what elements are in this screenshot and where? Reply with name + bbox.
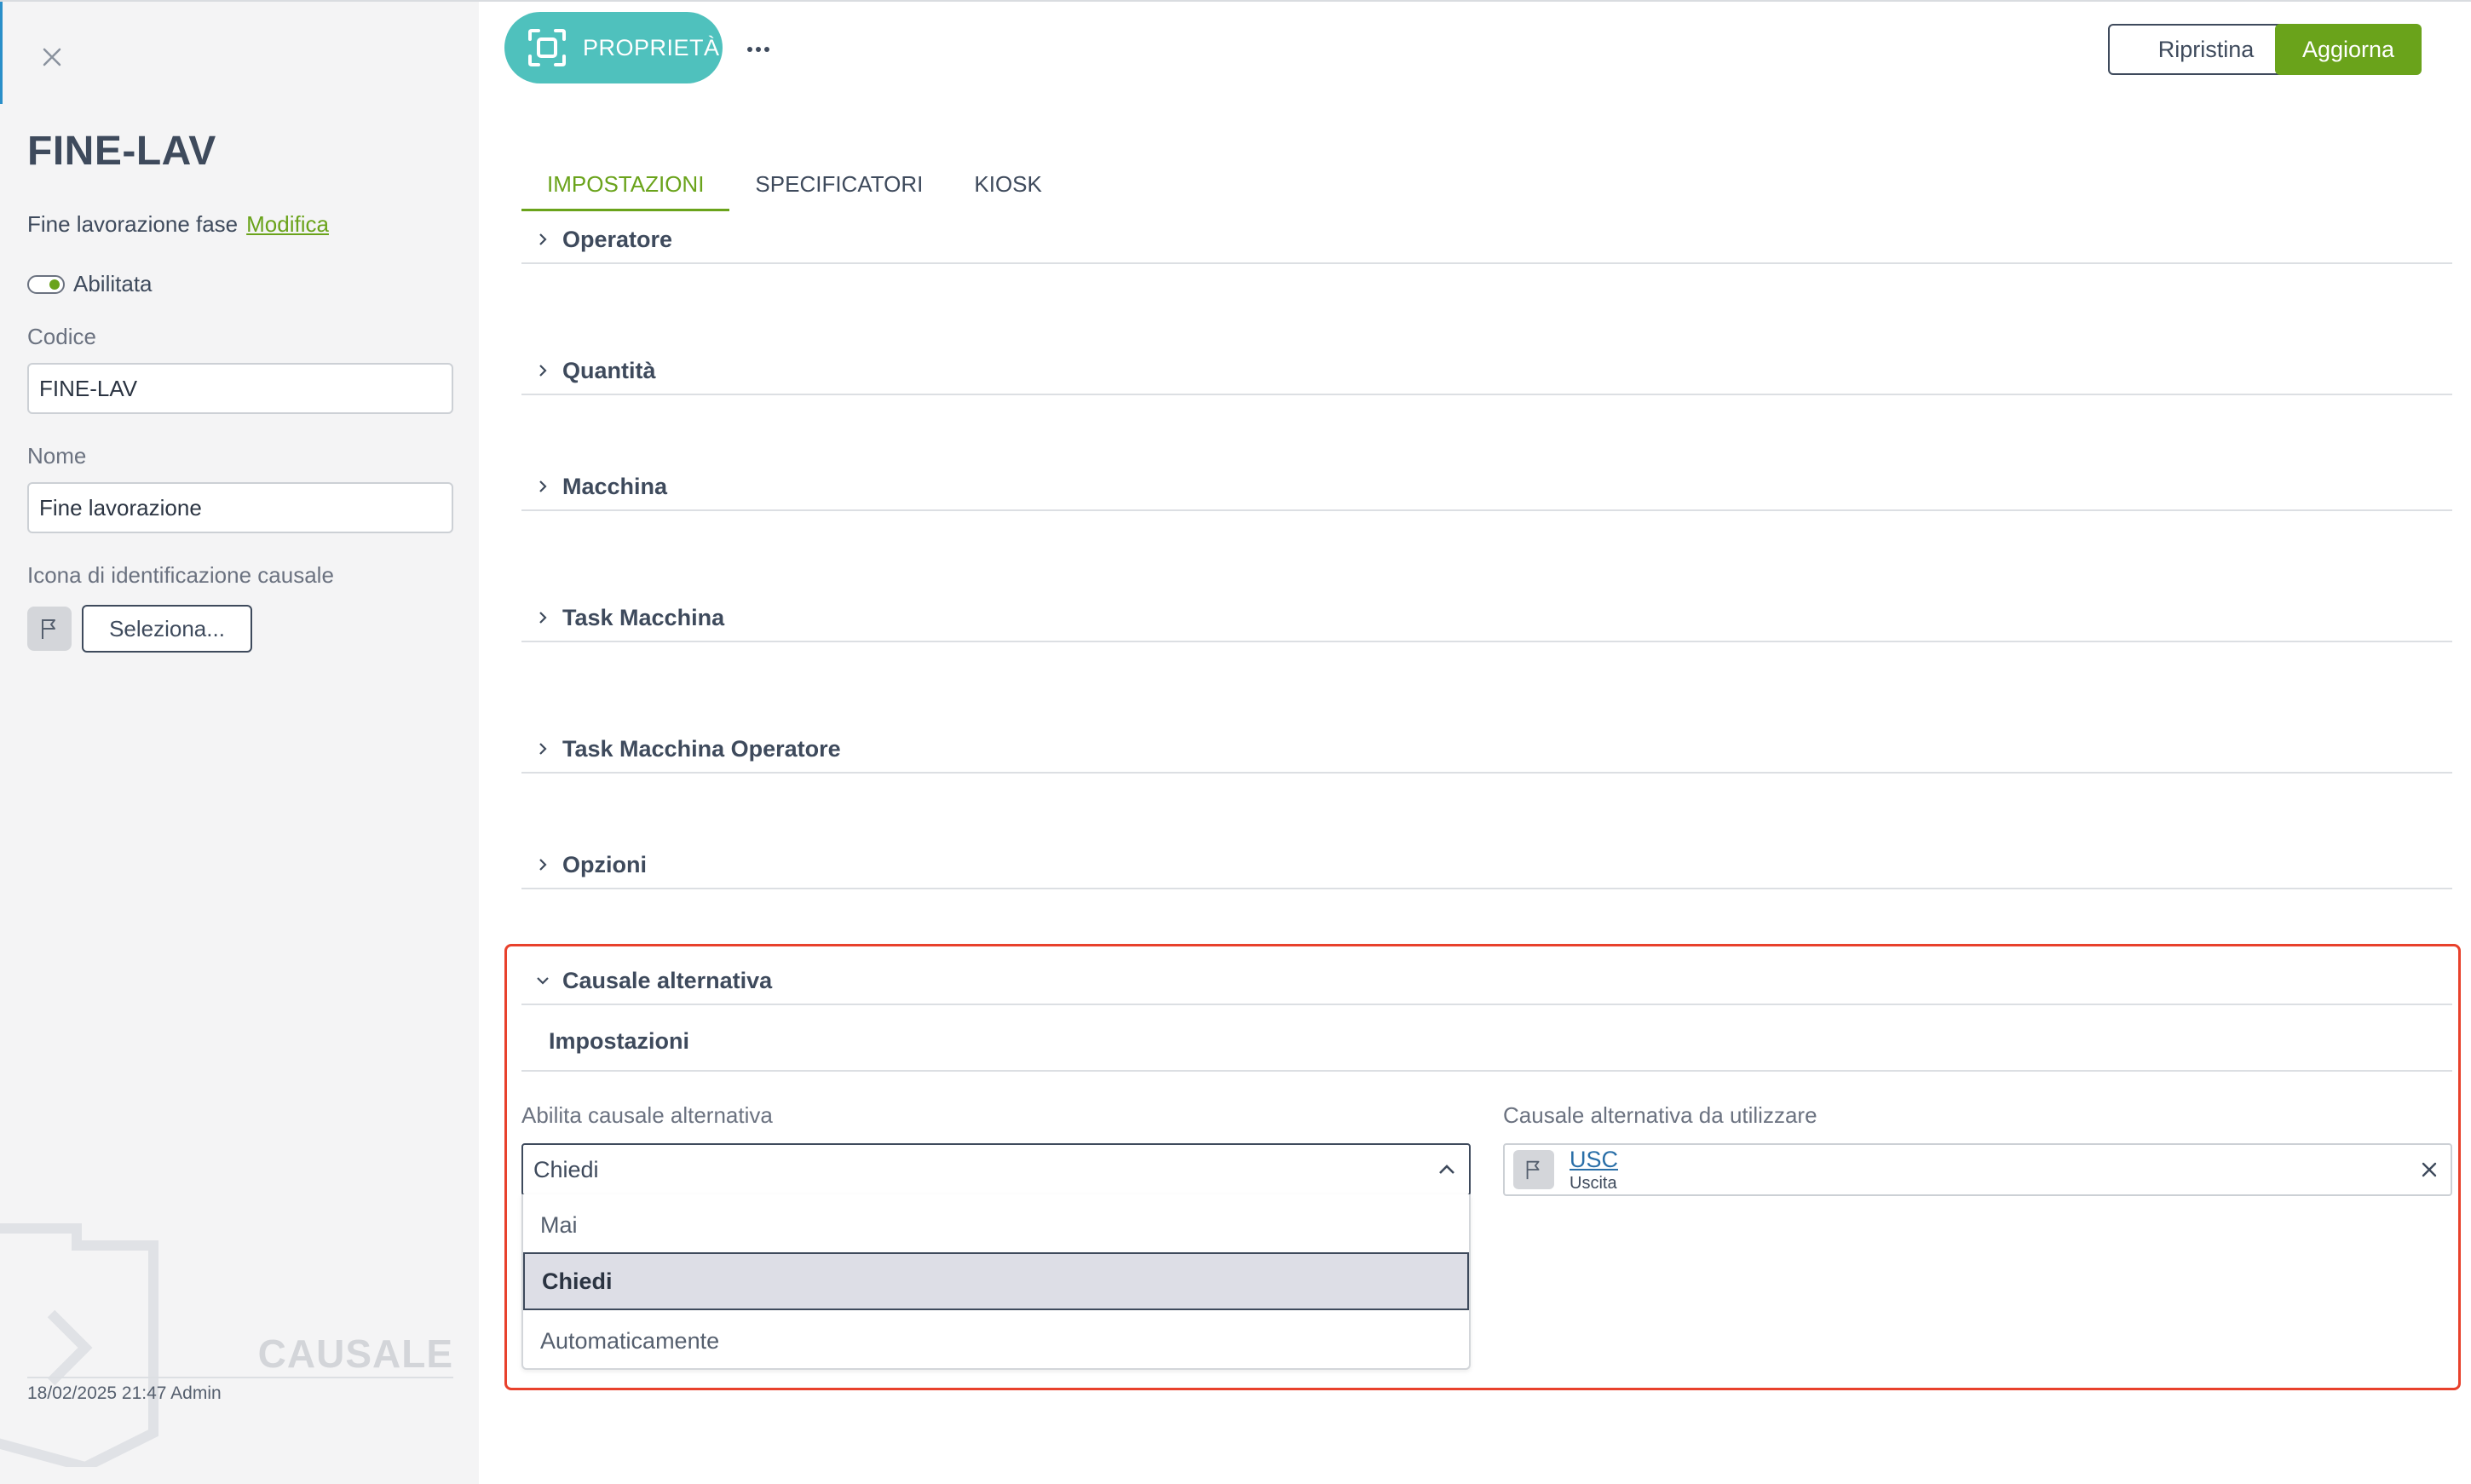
alt-cause-lookup[interactable]: USC Uscita	[1503, 1143, 2452, 1196]
edge-accent	[0, 2, 3, 104]
chevron-up-icon	[1439, 1165, 1454, 1174]
section-causale-alternativa[interactable]: Causale alternativa	[521, 958, 2452, 1005]
description-row: Fine lavorazione fase Modifica	[27, 211, 329, 238]
subsection-impostazioni: Impostazioni	[521, 1012, 2452, 1072]
close-icon	[2422, 1162, 2437, 1177]
close-button[interactable]	[37, 43, 66, 72]
section-task-macchina[interactable]: Task Macchina	[521, 595, 2452, 642]
description-text: Fine lavorazione fase	[27, 211, 239, 237]
chevron-down-icon	[537, 977, 549, 985]
tab-kiosk[interactable]: KIOSK	[948, 169, 1067, 211]
code-input[interactable]: FINE-LAV	[27, 363, 453, 414]
section-task-macchina-operatore[interactable]: Task Macchina Operatore	[521, 726, 2452, 774]
section-macchina[interactable]: Macchina	[521, 463, 2452, 511]
properties-label: PROPRIETÀ	[583, 34, 720, 60]
section-label: Opzioni	[562, 851, 647, 877]
tab-impostazioni[interactable]: IMPOSTAZIONI	[521, 169, 730, 211]
enable-alt-cause-select[interactable]: Chiedi	[521, 1143, 1471, 1196]
alt-cause-name: Uscita	[1570, 1174, 1617, 1193]
alt-cause-icon-tile	[1513, 1150, 1554, 1189]
more-horizontal-icon	[747, 47, 769, 52]
section-opzioni[interactable]: Opzioni	[521, 842, 2452, 889]
select-icon-button[interactable]: Seleziona...	[82, 605, 252, 653]
update-button[interactable]: Aggiorna	[2275, 24, 2422, 75]
section-label: Quantità	[562, 357, 656, 383]
tab-bar: IMPOSTAZIONI SPECIFICATORI KIOSK	[521, 169, 1068, 211]
chevron-right-icon	[539, 743, 547, 755]
clear-alt-cause-button[interactable]	[2416, 1157, 2442, 1182]
details-sidebar: FINE-LAV Fine lavorazione fase Modifica A…	[0, 0, 479, 1484]
footer-divider	[27, 1377, 453, 1378]
icon-label: Icona di identificazione causale	[27, 562, 334, 588]
flag-icon	[1526, 1160, 1540, 1180]
footer-meta: 18/02/2025 21:47 Admin	[27, 1383, 222, 1403]
name-input[interactable]: Fine lavorazione	[27, 482, 453, 533]
focus-frame-icon	[528, 29, 566, 66]
more-options-button[interactable]	[741, 32, 775, 66]
selected-icon-preview	[27, 607, 72, 651]
chevron-right-icon	[539, 480, 547, 492]
watermark-clipboard-icon	[0, 1223, 158, 1467]
code-label: Codice	[27, 324, 96, 349]
enabled-toggle[interactable]	[27, 274, 65, 294]
flag-icon	[42, 619, 55, 639]
name-label: Nome	[27, 443, 87, 469]
enable-alt-cause-label: Abilita causale alternativa	[521, 1102, 773, 1128]
enabled-toggle-row: Abilitata	[27, 271, 153, 297]
subsection-title: Impostazioni	[549, 1027, 690, 1054]
alt-cause-to-use-label: Causale alternativa da utilizzare	[1503, 1102, 1817, 1128]
main-content: PROPRIETÀ Ripristina Aggiorna IMPOSTAZIO…	[479, 0, 2471, 1484]
chevron-right-icon	[539, 859, 547, 871]
chevron-right-icon	[539, 365, 547, 377]
section-operatore[interactable]: Operatore	[521, 216, 2452, 264]
enable-alt-cause-options: Mai Chiedi Automaticamente	[521, 1194, 1471, 1370]
option-chiedi[interactable]: Chiedi	[523, 1252, 1469, 1310]
alt-cause-code-link[interactable]: USC	[1570, 1147, 1618, 1173]
watermark-text: CAUSALE	[257, 1332, 453, 1376]
option-mai[interactable]: Mai	[523, 1196, 1469, 1254]
section-label: Causale alternativa	[562, 967, 773, 993]
section-quantita[interactable]: Quantità	[521, 348, 2452, 395]
chevron-right-icon	[539, 612, 547, 624]
section-label: Task Macchina	[562, 604, 725, 630]
select-value: Chiedi	[533, 1156, 599, 1182]
chevron-right-icon	[539, 233, 547, 245]
close-icon	[43, 48, 61, 66]
entity-title: FINE-LAV	[27, 129, 216, 174]
section-label: Task Macchina Operatore	[562, 735, 841, 762]
tab-specificatori[interactable]: SPECIFICATORI	[729, 169, 948, 211]
option-automaticamente[interactable]: Automaticamente	[523, 1312, 1469, 1370]
section-label: Operatore	[562, 226, 673, 252]
enabled-label: Abilitata	[73, 271, 153, 296]
properties-button[interactable]: PROPRIETÀ	[504, 12, 723, 83]
section-label: Macchina	[562, 473, 668, 499]
edit-link[interactable]: Modifica	[246, 211, 329, 237]
